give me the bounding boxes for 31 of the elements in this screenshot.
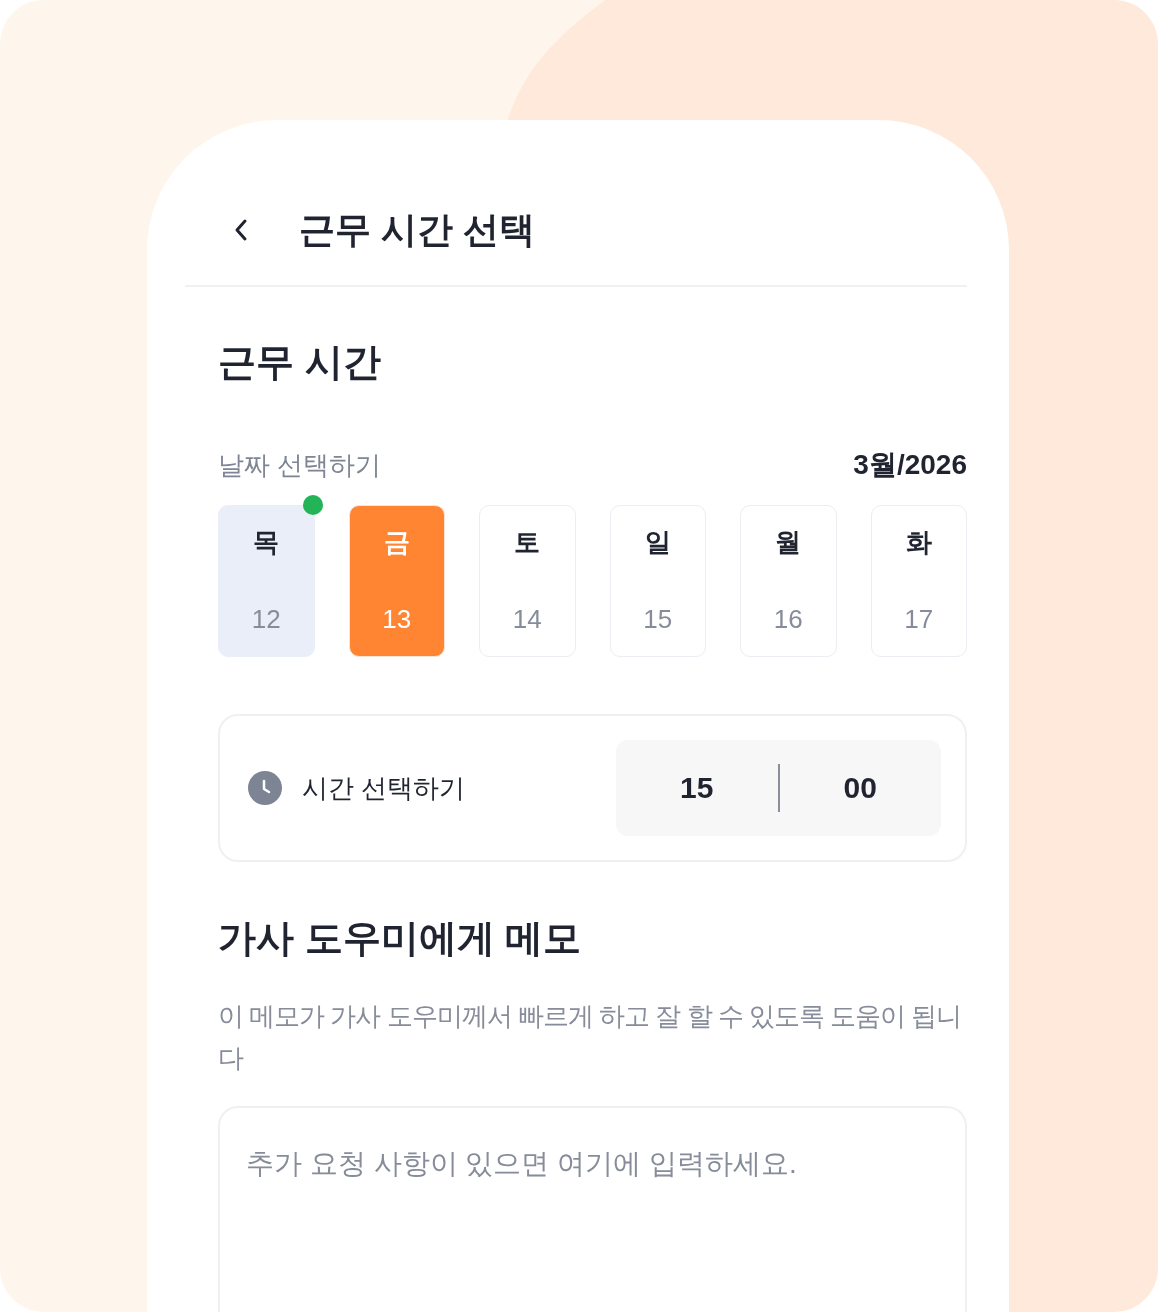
memo-description: 이 메모가 가사 도우미께서 빠르게 하고 잘 할 수 있도록 도움이 됩니다 xyxy=(218,1000,963,1075)
status-dot-icon xyxy=(302,495,323,515)
minute-value: 00 xyxy=(842,770,878,806)
date-card[interactable]: 목 12 xyxy=(218,505,315,657)
memo-field[interactable]: 추가 요청 사항이 있으면 여기에 입력하세요. xyxy=(218,1106,967,1312)
date-card[interactable]: 월 16 xyxy=(740,505,837,657)
section-title: 가사 도우미에게 메모 xyxy=(218,916,582,961)
date-card[interactable]: 화 17 xyxy=(870,505,967,657)
weekday-label: 금 xyxy=(383,526,410,558)
weekday-label: 토 xyxy=(514,526,541,558)
section-title: 근무 시간 xyxy=(218,340,381,385)
date-card[interactable]: 일 15 xyxy=(609,505,706,657)
weekday-label: 월 xyxy=(775,526,802,558)
month-label: 3월/2026 xyxy=(853,449,967,481)
page-title: 근무 시간 선택 xyxy=(299,208,535,252)
date-number: 12 xyxy=(251,603,281,635)
weekday-label: 일 xyxy=(644,526,671,558)
weekday-label: 목 xyxy=(253,526,280,558)
clock-icon xyxy=(248,771,282,805)
date-number: 16 xyxy=(773,603,803,635)
date-number: 17 xyxy=(904,603,934,635)
time-label: 시간 선택하기 xyxy=(302,772,466,804)
date-number: 13 xyxy=(382,603,412,635)
time-picker[interactable]: 15 00 xyxy=(616,740,941,836)
date-card[interactable]: 토 14 xyxy=(479,505,576,657)
date-number: 14 xyxy=(512,603,542,635)
chevron-left-icon xyxy=(234,218,248,242)
hour-value: 15 xyxy=(679,770,715,806)
date-number: 15 xyxy=(643,603,673,635)
date-label: 날짜 선택하기 xyxy=(218,449,382,481)
weekday-label: 화 xyxy=(905,526,932,558)
